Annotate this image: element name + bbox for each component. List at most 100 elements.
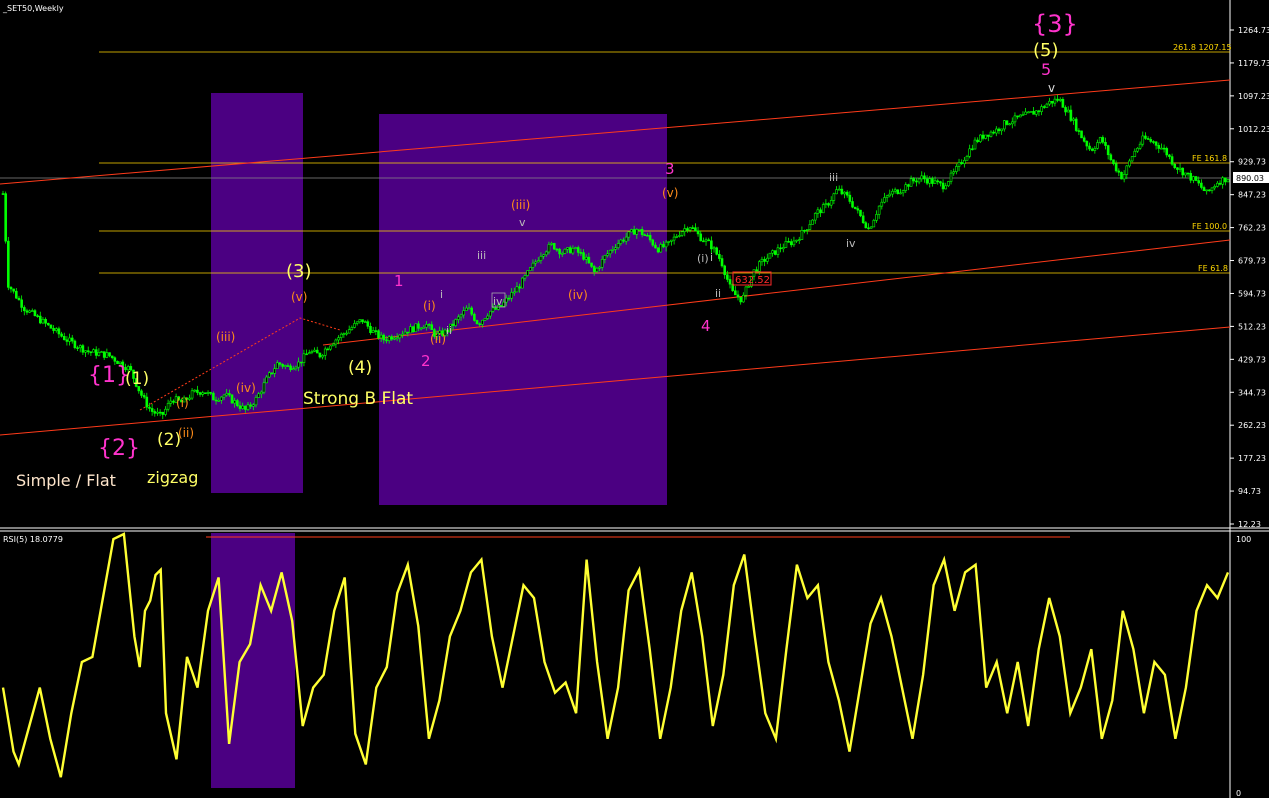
candle-body <box>965 156 969 161</box>
candle-body <box>1064 107 1067 113</box>
candle-body <box>947 181 950 187</box>
candle-body <box>1053 98 1057 104</box>
candle-body <box>1210 187 1214 191</box>
wave-paren-4: (4) <box>348 358 372 378</box>
candle-body <box>803 230 806 232</box>
candle-body <box>233 400 236 404</box>
rsi-title: RSI(5) 18.0779 <box>3 535 63 544</box>
candle-body <box>1138 143 1142 149</box>
rsi-tick-100: 100 <box>1236 535 1251 544</box>
candle-body <box>166 403 170 410</box>
candle-body <box>528 267 532 271</box>
candle-body <box>560 253 564 255</box>
candle-body <box>100 351 103 353</box>
candle-body <box>739 296 742 303</box>
candle-body <box>891 190 894 195</box>
candle-body <box>313 349 316 352</box>
candle-body <box>976 139 979 142</box>
candle-body <box>987 134 990 137</box>
candle-body <box>1181 167 1185 176</box>
candle-body <box>102 351 106 358</box>
candle-body <box>771 250 774 254</box>
candle-body <box>1200 182 1203 188</box>
candle-body <box>105 352 109 358</box>
candle-body <box>1136 147 1139 152</box>
candle-body <box>787 241 790 243</box>
candle-body <box>856 208 860 211</box>
candle-body <box>915 180 918 183</box>
candle-body <box>4 193 7 242</box>
candle-body <box>840 188 844 195</box>
candle-body <box>896 189 900 195</box>
wave-iii-1: (iii) <box>216 330 235 344</box>
candle-body <box>531 262 535 268</box>
candle-body <box>1157 145 1161 149</box>
candle-body <box>1074 118 1078 131</box>
candle-body <box>1032 111 1035 115</box>
candle-body <box>462 310 466 316</box>
candle-body <box>789 241 793 246</box>
candle-body <box>465 307 468 311</box>
candle-body <box>656 247 660 253</box>
candle-body <box>414 323 418 333</box>
price-axis: 1264.73 1179.73 1097.23 1012.23 929.73 847.23… <box>1230 26 1269 529</box>
candle-body <box>198 392 202 395</box>
candle-body <box>273 368 276 374</box>
chart-title: _SET50,Weekly <box>2 4 64 13</box>
candle-body <box>406 331 410 334</box>
candle-body <box>483 318 487 321</box>
candle-body <box>726 274 729 280</box>
candle-body <box>481 319 484 325</box>
candle-body <box>374 330 378 332</box>
candle-body <box>1040 106 1043 112</box>
wave-roman-ii: ii <box>446 324 452 337</box>
wave-iv-1: (iv) <box>236 381 256 395</box>
candle-body <box>49 324 53 329</box>
candle-body <box>867 227 870 230</box>
candle-body <box>944 185 948 190</box>
candle-body <box>760 258 764 263</box>
candle-body <box>305 353 308 356</box>
candle-body <box>885 195 889 198</box>
candle-body <box>600 259 604 268</box>
candle-body <box>70 337 74 342</box>
candle-body <box>1 193 5 195</box>
candle-body <box>473 313 476 321</box>
candle-body <box>1013 115 1017 123</box>
candle-body <box>427 324 431 326</box>
candle-body <box>315 349 319 354</box>
candle-body <box>265 376 268 384</box>
price-tick-label: 94.73 <box>1238 487 1261 496</box>
candle-body <box>401 333 404 336</box>
candle-body <box>845 191 849 196</box>
wave-ii-1: (ii) <box>178 426 194 440</box>
candle-body <box>321 355 324 358</box>
candle-body <box>1005 120 1009 125</box>
candle-body <box>505 297 508 303</box>
candle-body <box>164 408 167 415</box>
candle-body <box>622 239 625 242</box>
candle-body <box>755 269 758 272</box>
candle-body <box>686 228 689 231</box>
candle-body <box>1173 163 1177 168</box>
candle-body <box>252 404 255 407</box>
candle-body <box>688 227 692 231</box>
candle-body <box>1080 130 1083 139</box>
candle-body <box>640 229 644 235</box>
candle-body <box>172 400 175 403</box>
candle-body <box>1226 179 1230 183</box>
candle-body <box>606 253 609 256</box>
candle-body <box>398 334 402 339</box>
candle-body <box>758 261 761 272</box>
candle-body <box>339 333 343 338</box>
candle-body <box>1104 141 1107 146</box>
candle-body <box>286 365 290 367</box>
candle-body <box>875 214 878 221</box>
candle-body <box>720 258 724 267</box>
candle-body <box>907 184 910 187</box>
candle-body <box>515 286 519 293</box>
candle-body <box>1112 159 1115 164</box>
candle-body <box>94 349 98 356</box>
candle-body <box>467 307 471 310</box>
candle-body <box>52 328 55 331</box>
